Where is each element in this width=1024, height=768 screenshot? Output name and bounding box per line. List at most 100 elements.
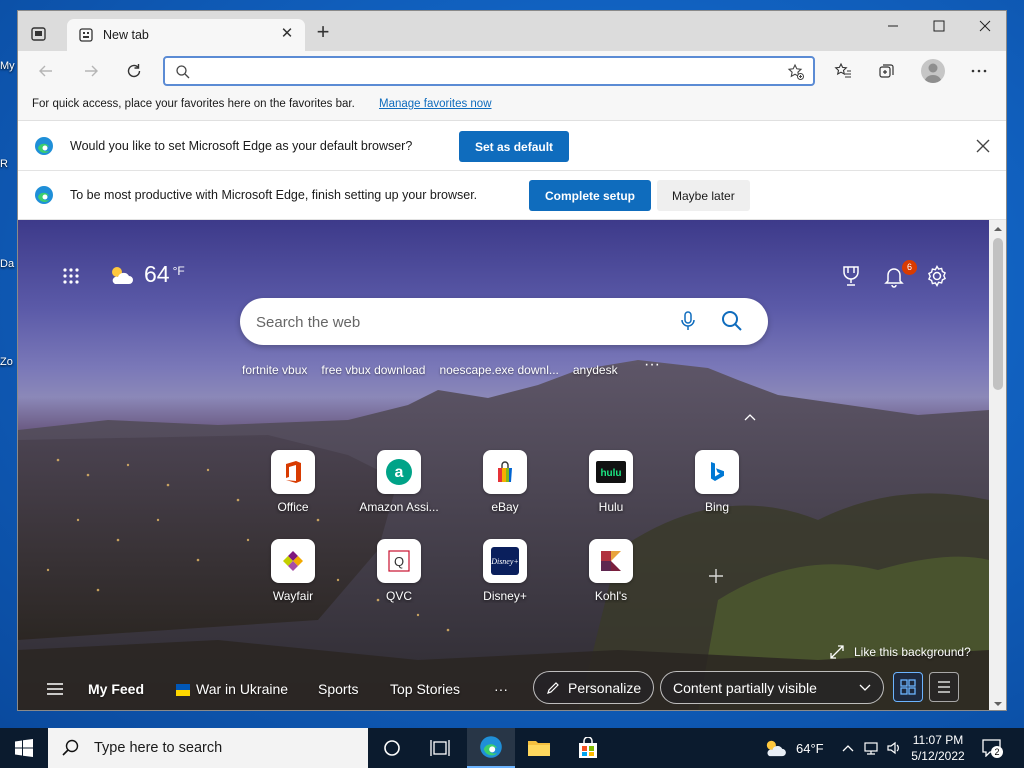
tile-label: Hulu: [598, 500, 624, 514]
tile-office[interactable]: Office: [248, 450, 338, 530]
web-search-input[interactable]: [256, 311, 656, 333]
list-view-button[interactable]: [929, 672, 959, 702]
add-site-icon[interactable]: [708, 568, 724, 584]
taskbar-file-explorer-button[interactable]: [515, 728, 563, 768]
personalize-label: Personalize: [568, 679, 642, 696]
show-hidden-icons-chevron-icon[interactable]: [840, 740, 856, 756]
feed-bar: My Feed War in Ukraine Sports Top Storie…: [18, 668, 989, 710]
taskbar-edge-button[interactable]: [467, 728, 515, 768]
kohls-icon: [589, 539, 633, 583]
action-center-button[interactable]: 2: [982, 739, 1003, 758]
tile-amazon-assistant[interactable]: a Amazon Assi...: [354, 450, 444, 530]
suggestion-item[interactable]: free vbux download: [321, 363, 425, 377]
add-favorite-icon[interactable]: [787, 63, 805, 81]
search-suggestions: fortnite vbux free vbux download noescap…: [242, 363, 632, 377]
new-tab-button[interactable]: +: [314, 21, 332, 43]
tile-label: Kohl's: [594, 589, 628, 603]
infobar-message: Would you like to set Microsoft Edge as …: [70, 139, 413, 153]
weather-unit: °F: [172, 263, 185, 278]
more-suggestions-button[interactable]: ···: [644, 356, 660, 374]
maximize-button[interactable]: [916, 11, 962, 41]
manage-favorites-link[interactable]: Manage favorites now: [379, 98, 492, 110]
more-options-icon[interactable]: [968, 60, 990, 82]
tile-ebay[interactable]: eBay: [460, 450, 550, 530]
tab-new-tab[interactable]: New tab ✕: [67, 19, 305, 51]
apps-grid-icon[interactable]: [62, 267, 80, 285]
office-icon: [271, 450, 315, 494]
suggestion-item[interactable]: anydesk: [573, 363, 618, 377]
clock-date: 5/12/2022: [911, 749, 965, 763]
desktop-icon-label[interactable]: Da: [0, 258, 14, 270]
cortana-button[interactable]: [368, 728, 416, 768]
settings-gear-icon[interactable]: [925, 264, 949, 288]
microphone-icon[interactable]: [680, 309, 696, 333]
desktop-icon-label[interactable]: My: [0, 60, 15, 72]
tile-kohls[interactable]: Kohl's: [566, 539, 656, 619]
task-view-button[interactable]: [416, 728, 464, 768]
scroll-down-icon[interactable]: [989, 698, 1007, 710]
grid-view-button[interactable]: [893, 672, 923, 702]
collections-icon[interactable]: [876, 60, 898, 82]
tile-disney-plus[interactable]: Disney+ Disney+: [460, 539, 550, 619]
search-icon: [62, 739, 79, 756]
folder-icon: [528, 741, 550, 756]
close-tab-icon[interactable]: ✕: [279, 26, 295, 42]
feed-tab-war-in-ukraine[interactable]: War in Ukraine: [196, 681, 288, 697]
menu-hamburger-icon[interactable]: [46, 682, 64, 696]
hulu-icon: hulu: [589, 450, 633, 494]
tab-actions-icon[interactable]: [30, 25, 48, 43]
refresh-button[interactable]: [123, 60, 145, 82]
feed-tab-sports[interactable]: Sports: [318, 681, 358, 697]
suggestion-item[interactable]: noescape.exe downl...: [439, 363, 558, 377]
address-input[interactable]: [199, 61, 759, 81]
weather-widget[interactable]: 64 °F: [108, 261, 185, 288]
tile-label: Disney+: [483, 589, 527, 603]
desktop-icon-label[interactable]: R: [0, 158, 8, 170]
favorites-bar-text: For quick access, place your favorites h…: [32, 98, 355, 110]
task-view-icon: [430, 740, 450, 756]
back-button[interactable]: [35, 60, 57, 82]
edge-logo-icon: [480, 736, 502, 758]
complete-setup-button[interactable]: Complete setup: [529, 180, 652, 211]
personalize-button[interactable]: Personalize: [533, 671, 655, 704]
favorites-icon[interactable]: [832, 60, 854, 82]
web-search-box[interactable]: [240, 298, 768, 345]
minimize-button[interactable]: [870, 11, 916, 41]
rewards-icon[interactable]: [839, 264, 863, 288]
feed-tab-my-feed[interactable]: My Feed: [88, 681, 144, 697]
maybe-later-button[interactable]: Maybe later: [657, 180, 750, 211]
chevron-down-icon: [859, 684, 871, 691]
address-bar[interactable]: [163, 56, 815, 86]
profile-avatar[interactable]: [921, 59, 945, 83]
like-background-link[interactable]: Like this background?: [830, 645, 971, 659]
volume-icon[interactable]: [886, 740, 902, 756]
content-visibility-dropdown[interactable]: Content partially visible: [660, 671, 884, 704]
taskbar-search-box[interactable]: Type here to search: [48, 728, 368, 768]
feed-tab-top-stories[interactable]: Top Stories: [390, 681, 460, 697]
tile-hulu[interactable]: hulu Hulu: [566, 450, 656, 530]
set-as-default-button[interactable]: Set as default: [459, 131, 570, 162]
scroll-up-icon[interactable]: [989, 223, 1007, 235]
forward-button[interactable]: [80, 60, 102, 82]
start-button[interactable]: [0, 728, 48, 768]
suggestion-item[interactable]: fortnite vbux: [242, 363, 307, 377]
qvc-icon: Q: [377, 539, 421, 583]
network-icon[interactable]: [863, 740, 879, 756]
taskbar-weather[interactable]: 64°F: [762, 728, 824, 768]
tile-bing[interactable]: Bing: [672, 450, 762, 530]
close-window-button[interactable]: [962, 11, 1006, 41]
collapse-chevron-icon[interactable]: [744, 410, 756, 421]
tile-wayfair[interactable]: Wayfair: [248, 539, 338, 619]
ebay-icon: [483, 450, 527, 494]
feed-more-button[interactable]: ···: [494, 681, 508, 697]
taskbar-store-button[interactable]: [564, 728, 612, 768]
desktop-icon-label[interactable]: Zo: [0, 356, 13, 368]
scrollbar-thumb[interactable]: [993, 238, 1003, 390]
search-icon[interactable]: [721, 310, 743, 332]
close-infobar-icon[interactable]: [976, 139, 990, 153]
tile-label: eBay: [491, 500, 519, 514]
page-scrollbar[interactable]: [989, 220, 1007, 710]
taskbar-clock[interactable]: 11:07 PM 5/12/2022: [906, 732, 970, 764]
bing-icon: [695, 450, 739, 494]
tile-qvc[interactable]: Q QVC: [354, 539, 444, 619]
